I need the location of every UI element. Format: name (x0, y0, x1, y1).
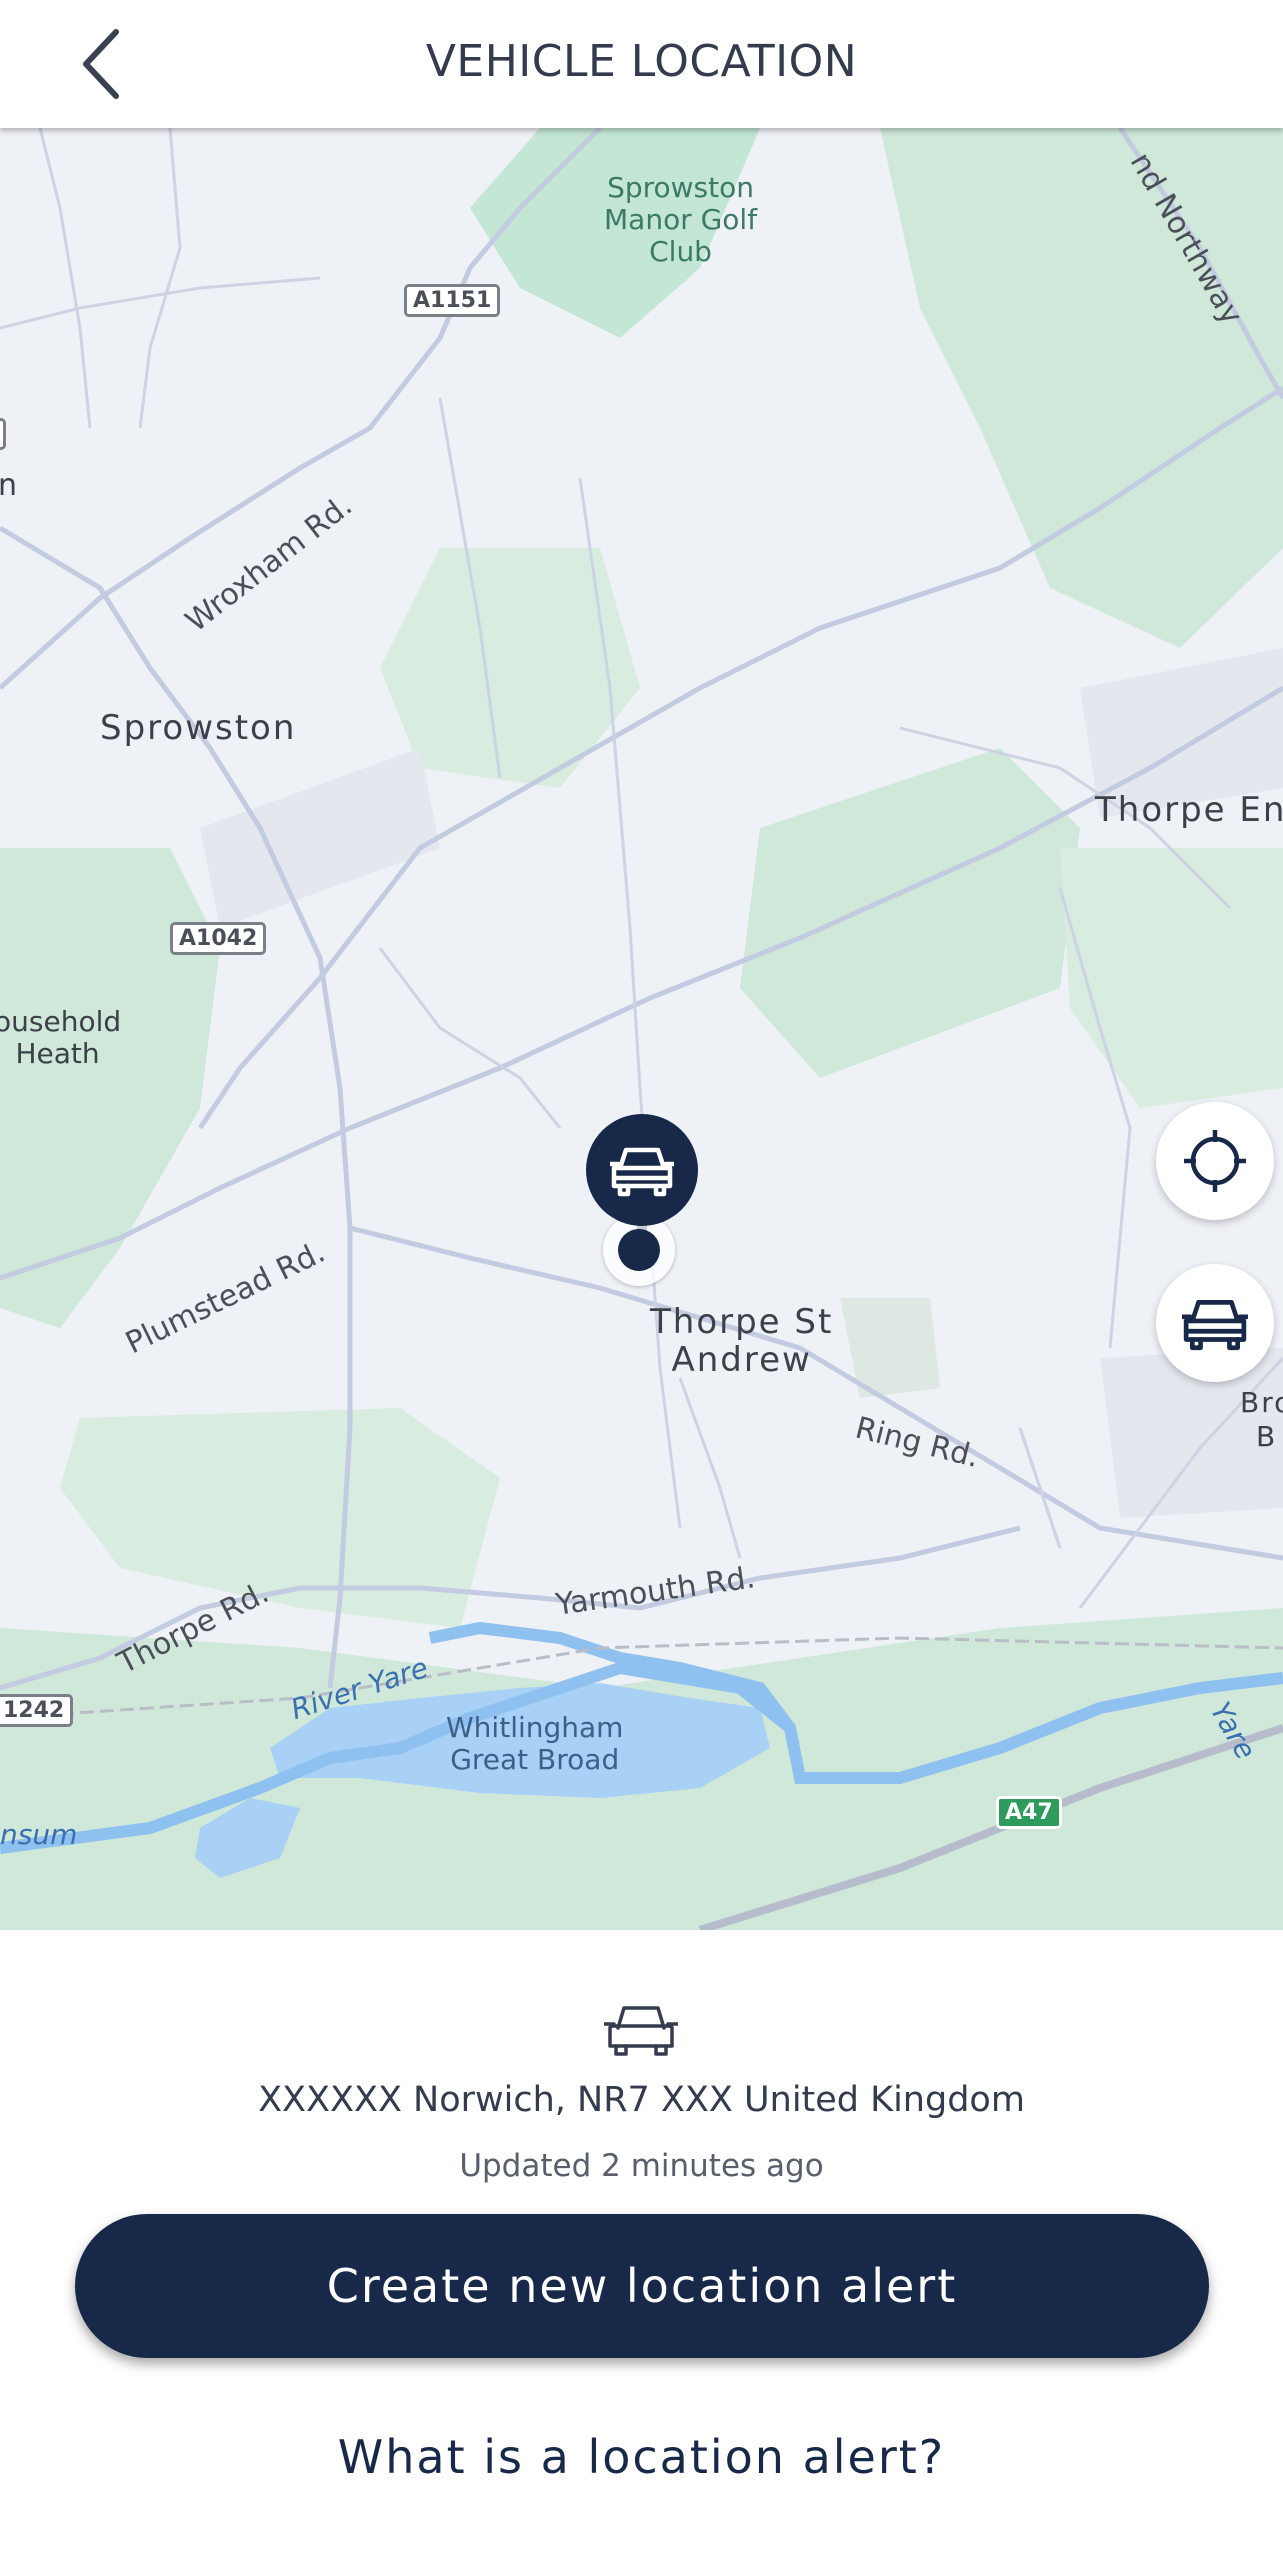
place-label-thorpe-st-andrew: Thorpe St Andrew (650, 1302, 834, 1380)
recenter-button[interactable] (1156, 1102, 1274, 1220)
place-label-household-heath: ousehold Heath (0, 1005, 122, 1070)
water-label-sum: nsum (0, 1818, 78, 1851)
place-label-brundall: BroB (1240, 1386, 1283, 1453)
car-icon (1182, 1300, 1248, 1351)
map-base (0, 128, 1283, 1930)
last-updated-text: Updated 2 minutes ago (459, 2148, 824, 2184)
app-header: VEHICLE LOCATION (0, 0, 1283, 128)
place-label-golf: Sprowston Manor Golf Club (604, 171, 758, 268)
road-shield-a47: A47 (996, 1796, 1062, 1829)
create-location-alert-button[interactable]: Create new location alert (75, 2214, 1209, 2358)
crosshair-icon (1184, 1130, 1246, 1192)
car-outline-icon (602, 2000, 680, 2065)
page-title: VEHICLE LOCATION (425, 36, 858, 87)
road-shield-partial (0, 418, 6, 450)
vehicle-marker[interactable] (586, 1114, 698, 1226)
place-label-sprowston: Sprowston (100, 708, 297, 748)
road-shield-a1151: A1151 (404, 284, 501, 317)
place-label-left-edge: n (0, 468, 20, 503)
place-label-thorpe-end: Thorpe End (1095, 790, 1283, 830)
vehicle-focus-button[interactable] (1156, 1264, 1274, 1382)
road-shield-a1042: A1042 (170, 922, 267, 955)
vehicle-address: XXXXXX Norwich, NR7 XXX United Kingdom (258, 2080, 1025, 2120)
road-shield-a1242: 1242 (0, 1694, 74, 1727)
water-label-whitlingham: Whitlingham Great Broad (446, 1711, 624, 1776)
car-icon (610, 1147, 674, 1197)
map-view[interactable]: Sprowston Manor Golf Club Sprowston Thorpe… (0, 128, 1283, 1930)
location-alert-info-link[interactable]: What is a location alert? (0, 2430, 1283, 2484)
